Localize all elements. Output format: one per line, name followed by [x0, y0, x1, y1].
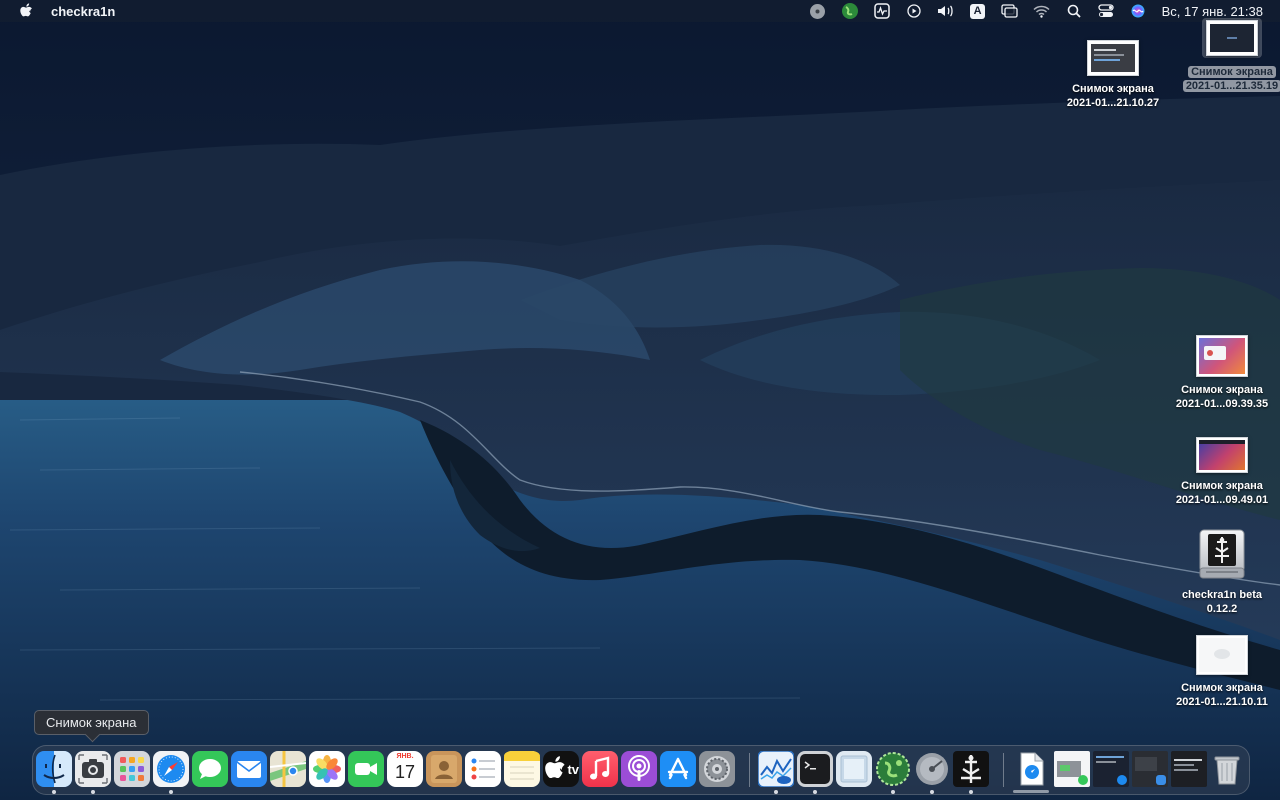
mail-icon[interactable] — [231, 751, 267, 787]
dock-separator — [1003, 753, 1004, 787]
desktop-file-screenshot[interactable]: Снимок экрана 2021-01...21.10.27 — [1058, 40, 1168, 110]
activity-monitor-icon[interactable] — [871, 0, 893, 22]
removable-disk-icon — [1197, 528, 1247, 582]
input-source-letter: A — [970, 3, 986, 19]
file-name-line2: 2021-01...09.49.01 — [1175, 494, 1269, 506]
desktop-file-label: Снимок экрана 2021-01...21.10.11 — [1167, 681, 1277, 709]
apple-tv-label: tv — [567, 761, 579, 777]
file-name: Снимок экрана — [1072, 83, 1154, 95]
menu-bar: checkra1n A Вс, 17 янв. 21:38 — [0, 0, 1280, 22]
calendar-icon[interactable]: ЯНВ. 17 — [387, 751, 423, 787]
desktop-file-screenshot-selected[interactable]: Снимок экрана 2021-01...21.35.19 — [1177, 18, 1280, 93]
calendar-day: 17 — [394, 762, 416, 782]
screenshot-thumbnail — [1196, 635, 1248, 675]
screenshot-thumbnail — [1087, 40, 1139, 76]
desktop-file-screenshot[interactable]: Снимок экрана 2021-01...21.10.11 — [1167, 635, 1277, 709]
screenshot-thumb-1[interactable] — [1054, 751, 1090, 787]
file-name: Снимок экрана — [1181, 384, 1263, 396]
desktop-file-label: Снимок экрана 2021-01...21.10.27 — [1058, 82, 1168, 110]
selection-highlight — [1202, 18, 1262, 58]
apple-menu-icon[interactable] — [17, 2, 35, 20]
file-name: Снимок экрана — [1181, 480, 1263, 492]
terminal-icon[interactable] — [797, 751, 833, 787]
desktop-file-label: Снимок экрана 2021-01...09.39.35 — [1167, 383, 1277, 411]
notes-icon[interactable] — [504, 751, 540, 787]
checkra1n-icon[interactable] — [953, 751, 989, 787]
screenshot-thumb-4[interactable] — [1171, 751, 1207, 787]
play-icon[interactable] — [903, 0, 925, 22]
file-name-line2: 2021-01...21.35.19 — [1182, 80, 1280, 92]
maps-icon[interactable] — [270, 751, 306, 787]
running-indicator — [91, 790, 95, 794]
globe-status-icon[interactable] — [839, 0, 861, 22]
running-indicator — [774, 790, 778, 794]
file-name: checkra1n beta — [1181, 589, 1263, 601]
running-indicator — [52, 790, 56, 794]
intel-power-gadget-icon[interactable] — [758, 751, 794, 787]
reminders-icon[interactable] — [465, 751, 501, 787]
launchpad-icon[interactable] — [114, 751, 150, 787]
desktop-file-screenshot[interactable]: Снимок экрана 2021-01...09.49.01 — [1167, 437, 1277, 507]
dock: ЯНВ. 17 tv — [32, 745, 1250, 795]
screenshot-thumb-2[interactable] — [1093, 751, 1129, 787]
desktop-file-screenshot[interactable]: Снимок экрана 2021-01...09.39.35 — [1167, 335, 1277, 411]
preview-icon[interactable] — [836, 751, 872, 787]
system-preferences-icon[interactable] — [699, 751, 735, 787]
screenshot-icon[interactable] — [75, 751, 111, 787]
running-indicator — [891, 790, 895, 794]
file-name-line2: 2021-01...09.39.35 — [1175, 398, 1269, 410]
messages-icon[interactable] — [192, 751, 228, 787]
menu-bar-clock[interactable]: Вс, 17 янв. 21:38 — [1162, 4, 1263, 19]
facetime-icon[interactable] — [348, 751, 384, 787]
document-icon[interactable] — [1013, 751, 1049, 787]
screenshot-thumbnail — [1196, 437, 1248, 473]
file-name-line2: 2021-01...21.10.27 — [1066, 97, 1160, 109]
file-name-line2: 0.12.2 — [1206, 603, 1238, 615]
screenshot-thumb-3[interactable] — [1132, 751, 1168, 787]
screen-mirroring-icon[interactable] — [999, 0, 1021, 22]
active-app-name[interactable]: checkra1n — [51, 4, 115, 19]
desktop-file-label: Снимок экрана 2021-01...21.35.19 — [1177, 65, 1280, 93]
desktop-disk-image-checkra1n[interactable]: checkra1n beta 0.12.2 — [1167, 528, 1277, 616]
dock-tooltip: Снимок экрана — [34, 710, 149, 735]
wifi-icon[interactable] — [1031, 0, 1053, 22]
file-name: Снимок экрана — [1181, 682, 1263, 694]
siri-icon[interactable] — [1127, 0, 1149, 22]
contacts-icon[interactable] — [426, 751, 462, 787]
file-name: Снимок экрана — [1188, 66, 1276, 78]
disk-icon[interactable] — [807, 0, 829, 22]
screenshot-thumbnail — [1196, 335, 1248, 377]
running-indicator — [169, 790, 173, 794]
globe-app-icon[interactable] — [875, 751, 911, 787]
desktop-file-label: Снимок экрана 2021-01...09.49.01 — [1167, 479, 1277, 507]
screenshot-thumbnail — [1206, 20, 1258, 56]
music-icon[interactable] — [582, 751, 618, 787]
finder-icon[interactable] — [36, 751, 72, 787]
disk-utility-icon[interactable] — [914, 751, 950, 787]
trash-icon[interactable] — [1209, 751, 1245, 787]
control-center-icon[interactable] — [1095, 0, 1117, 22]
podcasts-icon[interactable] — [621, 751, 657, 787]
file-name-line2: 2021-01...21.10.11 — [1176, 696, 1268, 708]
input-source-icon[interactable]: A — [967, 0, 989, 22]
desktop-file-label: checkra1n beta 0.12.2 — [1167, 588, 1277, 616]
desktop-wallpaper — [0, 0, 1280, 800]
dock-separator — [749, 753, 750, 787]
app-store-icon[interactable] — [660, 751, 696, 787]
calendar-month: ЯНВ. — [396, 753, 414, 760]
running-indicator — [813, 790, 817, 794]
volume-icon[interactable] — [935, 0, 957, 22]
download-progress-bar — [1013, 790, 1049, 793]
photos-icon[interactable] — [309, 751, 345, 787]
apple-tv-icon[interactable]: tv — [543, 751, 579, 787]
running-indicator — [930, 790, 934, 794]
running-indicator — [969, 790, 973, 794]
spotlight-icon[interactable] — [1063, 0, 1085, 22]
safari-icon[interactable] — [153, 751, 189, 787]
